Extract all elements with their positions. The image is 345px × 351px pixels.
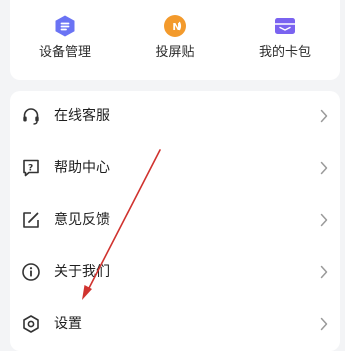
- menu-item-settings[interactable]: 设置: [10, 299, 340, 351]
- menu-item-label: 在线客服: [54, 108, 110, 124]
- device-hexagon-icon: [55, 15, 75, 37]
- help-question-icon: ?: [23, 159, 39, 177]
- info-icon: [22, 263, 40, 281]
- chevron-right-icon: [320, 109, 328, 123]
- headset-icon: [23, 108, 39, 125]
- menu-item-label: 设置: [54, 316, 82, 332]
- chevron-right-icon: [320, 213, 328, 227]
- shortcut-label: 投屏贴: [155, 45, 195, 60]
- chevron-right-icon: [320, 161, 328, 175]
- menu-item-label: 意见反馈: [54, 212, 110, 228]
- feedback-edit-icon: [23, 212, 39, 228]
- wallet-card-icon: [275, 18, 295, 34]
- chevron-right-icon: [320, 265, 328, 279]
- shortcut-card: 设备管理 N 投屏贴 我的卡包: [10, 0, 340, 80]
- shortcut-my-wallet[interactable]: 我的卡包: [230, 0, 340, 80]
- chevron-right-icon: [320, 317, 328, 331]
- menu-item-about-us[interactable]: 关于我们: [10, 247, 340, 299]
- nfc-sticker-icon: N: [164, 15, 186, 37]
- menu-item-feedback[interactable]: 意见反馈: [10, 195, 340, 247]
- menu-item-label: 关于我们: [54, 264, 110, 280]
- shortcut-label: 设备管理: [38, 45, 91, 60]
- menu-item-label: 帮助中心: [54, 160, 110, 176]
- shortcut-device-management[interactable]: 设备管理: [10, 0, 120, 80]
- settings-hexagon-icon: [23, 315, 39, 333]
- shortcut-label: 我的卡包: [258, 45, 311, 60]
- svg-text:?: ?: [28, 163, 33, 173]
- menu-list-card: 在线客服 ? 帮助中心 意见反馈 关于我们 设置: [10, 91, 340, 351]
- menu-item-online-service[interactable]: 在线客服: [10, 91, 340, 143]
- menu-item-help-center[interactable]: ? 帮助中心: [10, 143, 340, 195]
- shortcut-cast-sticker[interactable]: N 投屏贴: [120, 0, 230, 80]
